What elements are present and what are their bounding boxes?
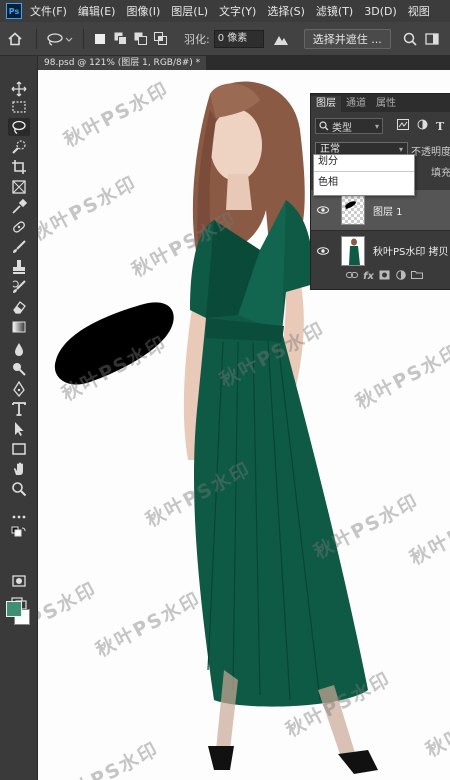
panel-tabs: 图层 通道 属性: [311, 94, 450, 112]
eyedropper-tool-icon[interactable]: [8, 198, 30, 216]
divider: [36, 28, 37, 49]
tools-panel: [0, 56, 38, 780]
menu-file[interactable]: 文件(F): [30, 3, 67, 19]
menu-select[interactable]: 选择(S): [267, 3, 305, 19]
menu-type[interactable]: 文字(Y): [219, 3, 256, 19]
divider: [314, 171, 414, 172]
pen-tool-icon[interactable]: [8, 380, 30, 398]
photoshop-logo[interactable]: Ps: [6, 3, 22, 19]
tab-channels[interactable]: 通道: [341, 96, 371, 112]
layer-name[interactable]: 秋叶PS水印 拷贝: [373, 243, 449, 258]
layer-filter-label: 类型: [332, 122, 352, 134]
clone-stamp-tool-icon[interactable]: [8, 258, 30, 276]
lasso-preset-icon[interactable]: [43, 29, 77, 49]
move-tool-icon[interactable]: [8, 80, 30, 98]
new-adjustment-layer-icon[interactable]: [396, 269, 406, 283]
new-group-icon[interactable]: [411, 270, 424, 282]
zoom-tool-icon[interactable]: [8, 480, 30, 498]
menu-3d[interactable]: 3D(D): [364, 5, 397, 18]
eraser-tool-icon[interactable]: [8, 298, 30, 316]
document-tab[interactable]: 98.psd @ 121% (图层 1, RGB/8#) *: [38, 56, 207, 70]
menu-filter[interactable]: 滤镜(T): [316, 3, 353, 19]
menu-image[interactable]: 图像(I): [126, 3, 160, 19]
opacity-label: 不透明度: [411, 146, 450, 158]
eye-icon[interactable]: [315, 206, 331, 214]
layer-filter-select[interactable]: 类型 ▾: [315, 118, 383, 134]
menu-view[interactable]: 视图: [408, 3, 430, 19]
feather-label: 羽化:: [184, 32, 210, 46]
layer-thumbnail: [341, 235, 365, 266]
subtract-selection-icon[interactable]: [130, 29, 150, 49]
more-tools-icon[interactable]: [8, 508, 30, 526]
hand-tool-icon[interactable]: [8, 460, 30, 478]
history-brush-tool-icon[interactable]: [8, 278, 30, 296]
layer-row[interactable]: 秋叶PS水印 拷贝: [311, 230, 450, 270]
workspace-icon[interactable]: [421, 29, 443, 49]
menu-bar: Ps 文件(F) 编辑(E) 图像(I) 图层(L) 文字(Y) 选择(S) 滤…: [0, 0, 450, 22]
frame-tool-icon[interactable]: [8, 178, 30, 196]
search-icon[interactable]: [399, 29, 421, 49]
layer-thumbnail: [341, 195, 365, 225]
blend-mode-dropdown: 划分 色相: [313, 154, 415, 196]
eye-icon[interactable]: [315, 246, 331, 255]
brush-tool-icon[interactable]: [8, 238, 30, 256]
blur-tool-icon[interactable]: [8, 340, 30, 358]
intersect-selection-icon[interactable]: [150, 29, 170, 49]
divider: [83, 28, 84, 49]
layer-row[interactable]: 图层 1: [311, 190, 450, 230]
add-selection-icon[interactable]: [110, 29, 130, 49]
quick-mask-icon[interactable]: [8, 572, 30, 590]
feather-input[interactable]: 0 像素: [213, 29, 264, 48]
blend-option-hue[interactable]: 色相: [314, 176, 414, 190]
link-layers-icon[interactable]: [345, 271, 358, 282]
select-and-mask-button[interactable]: 选择并遮住 ...: [303, 28, 391, 49]
search-icon: [319, 121, 329, 131]
document-tab-bar: 98.psd @ 121% (图层 1, RGB/8#) *: [38, 56, 450, 70]
marquee-tool-icon[interactable]: [8, 98, 30, 116]
fill-label: 填充: [431, 168, 450, 179]
dodge-tool-icon[interactable]: [8, 360, 30, 378]
rectangle-tool-icon[interactable]: [8, 440, 30, 458]
crop-tool-icon[interactable]: [8, 158, 30, 176]
fx-icon[interactable]: fx: [363, 271, 374, 282]
antialias-icon[interactable]: [270, 29, 292, 49]
pixel-filter-icon[interactable]: [397, 119, 409, 133]
options-bar: 羽化: 0 像素 选择并遮住 ...: [0, 22, 450, 56]
gradient-tool-icon[interactable]: [8, 318, 30, 336]
home-icon[interactable]: [0, 29, 30, 49]
blend-option-divide[interactable]: 划分: [314, 155, 414, 169]
lasso-tool-icon[interactable]: [8, 118, 30, 136]
menu-layer[interactable]: 图层(L): [171, 3, 208, 19]
quick-selection-tool-icon[interactable]: [8, 138, 30, 156]
layer-filter-row: 类型 ▾ T: [315, 117, 447, 135]
adjustment-filter-icon[interactable]: [417, 119, 428, 133]
path-selection-tool-icon[interactable]: [8, 420, 30, 438]
menu-edit[interactable]: 编辑(E): [78, 3, 116, 19]
chevron-down-icon: ▾: [374, 121, 379, 131]
layer-name[interactable]: 图层 1: [373, 203, 403, 218]
layers-panel-footer: fx: [311, 266, 450, 286]
foreground-color-swatch[interactable]: [6, 601, 22, 617]
default-colors-icon[interactable]: [8, 526, 30, 540]
add-mask-icon[interactable]: [379, 270, 390, 283]
type-filter-icon[interactable]: T: [436, 120, 444, 133]
tab-layers[interactable]: 图层: [311, 96, 341, 112]
new-selection-icon[interactable]: [90, 29, 110, 49]
tab-properties[interactable]: 属性: [371, 96, 401, 112]
healing-brush-tool-icon[interactable]: [8, 218, 30, 236]
type-tool-icon[interactable]: [8, 400, 30, 418]
